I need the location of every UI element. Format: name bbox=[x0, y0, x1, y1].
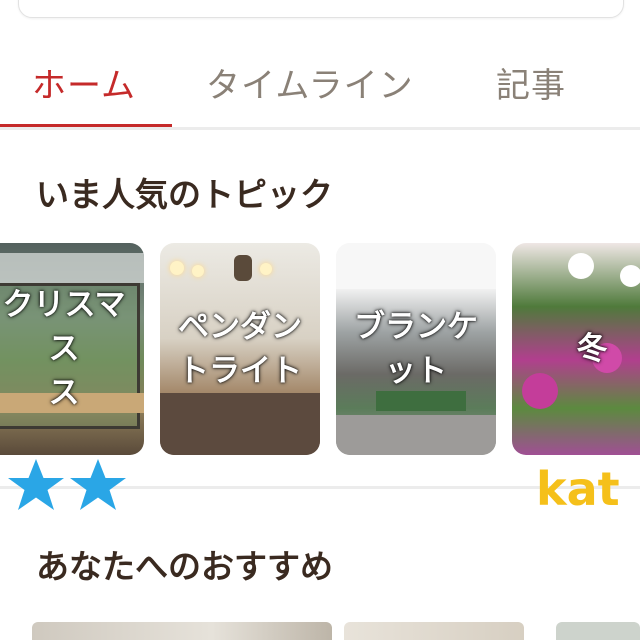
green-rug bbox=[376, 391, 466, 411]
white-flower bbox=[568, 253, 594, 279]
star-icon bbox=[8, 459, 64, 510]
topic-card-christmas[interactable]: クリスマス ス bbox=[0, 243, 144, 455]
main-tabs: ホーム タイムライン 記事 bbox=[0, 40, 640, 128]
watermark-text: kat bbox=[536, 462, 620, 516]
pendant-bulb bbox=[170, 261, 184, 275]
topic-label: クリスマス ス bbox=[2, 287, 126, 411]
white-flower bbox=[620, 265, 640, 287]
tab-home[interactable]: ホーム bbox=[32, 58, 136, 107]
pendant-bulb bbox=[192, 265, 204, 277]
recommendation-thumbnail[interactable] bbox=[32, 622, 332, 640]
tabs-divider bbox=[0, 127, 640, 130]
topic-carousel[interactable]: クリスマス ス ペンダン トライト ブランケ ット 冬 bbox=[0, 243, 640, 455]
topic-label: ペンダン トライト bbox=[178, 309, 302, 389]
topic-card-blanket[interactable]: ブランケ ット bbox=[336, 243, 496, 455]
aquarium-light bbox=[0, 253, 144, 283]
topic-label: 冬 bbox=[576, 331, 608, 367]
stars-overlay bbox=[8, 459, 126, 510]
search-bar[interactable] bbox=[18, 0, 624, 18]
topic-card-pendant-light[interactable]: ペンダン トライト bbox=[160, 243, 320, 455]
ceiling bbox=[336, 243, 496, 289]
floor bbox=[336, 415, 496, 455]
topic-label: ブランケ ット bbox=[354, 309, 478, 389]
recommended-heading: あなたへのおすすめ bbox=[36, 547, 333, 586]
tab-timeline[interactable]: タイムライン bbox=[206, 58, 414, 107]
tab-articles[interactable]: 記事 bbox=[496, 58, 566, 107]
popular-topics-heading: いま人気のトピック bbox=[36, 175, 333, 214]
rug bbox=[160, 393, 320, 455]
recommendation-row bbox=[0, 622, 640, 640]
recommendation-thumbnail[interactable] bbox=[344, 622, 524, 640]
pink-flower bbox=[522, 373, 558, 409]
recommendation-thumbnail[interactable] bbox=[556, 622, 640, 640]
star-icon bbox=[70, 459, 126, 510]
topic-card-winter[interactable]: 冬 bbox=[512, 243, 640, 455]
pendant-bulb bbox=[260, 263, 272, 275]
lantern bbox=[234, 255, 252, 281]
